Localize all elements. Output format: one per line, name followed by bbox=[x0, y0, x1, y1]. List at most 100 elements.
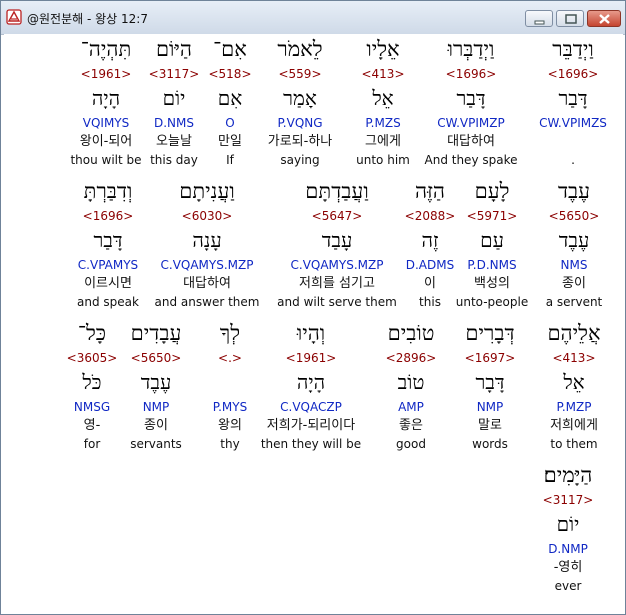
word-strong-number[interactable]: <3605> bbox=[62, 350, 122, 366]
word-morphology: P.MZP bbox=[556, 400, 592, 414]
word-morphology: D.NMS bbox=[153, 116, 194, 130]
word-strong-number[interactable]: <413> bbox=[532, 350, 616, 366]
word-hebrew[interactable]: וַעֲנִיתָם bbox=[152, 178, 262, 204]
word-cell[interactable]: עֲבָדִים <5650> עֶבֶד NMP 종이 servants bbox=[120, 320, 192, 458]
word-english-gloss: unto-people bbox=[455, 295, 529, 309]
word-hebrew[interactable]: וַיְדַבְּרוּ bbox=[423, 36, 519, 62]
word-strong-number[interactable]: <5650> bbox=[120, 350, 192, 366]
word-cell[interactable]: עֶבֶד <5650> עֶבֶד NMS 종이 a servent bbox=[532, 178, 616, 316]
word-lemma: יוֹם bbox=[556, 512, 580, 536]
word-cell[interactable]: דְּבָרִים <1697> דָּבָר NMP 말로 words bbox=[454, 320, 526, 458]
word-hebrew[interactable]: אֵלָיו bbox=[351, 36, 415, 62]
word-strong-number[interactable]: <3117> bbox=[528, 492, 608, 508]
title-bar[interactable]: @원전분해 - 왕상 12:7 bbox=[1, 1, 625, 35]
word-strong-number[interactable]: <2896> bbox=[377, 350, 445, 366]
interlinear-panel: וַיְדַבֵּר <1696> דָּבַר CW.VPIMZS. וַיְדַבְ… bbox=[4, 34, 623, 612]
word-cell[interactable]: לְךָ <.> P.MYS 왕의 thy bbox=[203, 320, 257, 458]
word-morphology: NMS bbox=[560, 258, 588, 272]
word-korean-gloss: 말로 bbox=[478, 418, 502, 433]
word-strong-number[interactable]: <1696> bbox=[529, 66, 617, 82]
word-strong-number[interactable]: <5650> bbox=[532, 208, 616, 224]
word-lemma: עֶבֶד bbox=[558, 228, 590, 252]
word-lemma: הָיָה bbox=[296, 370, 326, 394]
word-hebrew[interactable]: לְךָ bbox=[203, 320, 257, 346]
word-hebrew[interactable]: כָּל־ bbox=[62, 320, 122, 346]
word-strong-number[interactable]: <2088> bbox=[400, 208, 460, 224]
word-hebrew[interactable]: אִם־ bbox=[202, 36, 258, 62]
word-strong-number[interactable]: <559> bbox=[250, 66, 350, 82]
word-hebrew[interactable]: הַזֶּה bbox=[400, 178, 460, 204]
word-korean-gloss: 종이 bbox=[144, 418, 168, 433]
word-hebrew[interactable]: הַיּוֹם bbox=[145, 36, 203, 62]
word-korean-gloss: 영- bbox=[83, 418, 101, 433]
word-strong-number[interactable]: <.> bbox=[203, 350, 257, 366]
word-hebrew[interactable]: וַיְדַבֵּר bbox=[529, 36, 617, 62]
word-hebrew[interactable]: עֶבֶד bbox=[532, 178, 616, 204]
word-cell[interactable]: אֵלָיו <413> אֵל P.MZS 그에게 unto him bbox=[351, 36, 415, 174]
word-english-gloss: ever bbox=[554, 579, 582, 593]
word-english-gloss: servants bbox=[130, 437, 182, 451]
word-korean-gloss: 종이 bbox=[562, 276, 586, 291]
word-cell[interactable]: טוֹבִים <2896> טוֹב AMP 좋은 good bbox=[377, 320, 445, 458]
word-korean-gloss: 만일 bbox=[218, 134, 242, 149]
word-morphology: P.VQNG bbox=[277, 116, 323, 130]
word-cell[interactable]: לֵאמֹר <559> אָמַר P.VQNG 가로되-하나 saying bbox=[250, 36, 350, 174]
word-strong-number[interactable]: <1697> bbox=[454, 350, 526, 366]
minimize-button[interactable] bbox=[525, 10, 553, 27]
word-strong-number[interactable]: <1961> bbox=[68, 66, 144, 82]
word-morphology: O bbox=[225, 116, 235, 130]
word-english-gloss: saying bbox=[280, 153, 320, 167]
word-english-gloss: and wilt serve them bbox=[277, 295, 397, 309]
word-cell[interactable]: וְדִבַּרְתָּ <1696> דָּבַר C.VPAMYS 이르시면 and … bbox=[56, 178, 160, 316]
word-cell[interactable]: וַעֲנִיתָם <6030> עָנָה C.VQAMYS.MZP 대답하여 and… bbox=[152, 178, 262, 316]
word-hebrew[interactable]: אֲלֵיהֶם bbox=[532, 320, 616, 346]
word-hebrew[interactable]: הַיָּמִים׃ bbox=[528, 462, 608, 488]
word-korean-gloss: 이르시면 bbox=[84, 276, 132, 291]
word-morphology: CW.VPIMZP bbox=[437, 116, 505, 130]
word-cell[interactable]: וַעֲבַדְתָּם <5647> עָבַד C.VQAMYS.MZP 저희를 섬… bbox=[277, 178, 397, 316]
word-lemma: דָּבַר bbox=[93, 228, 123, 252]
word-cell[interactable]: אִם־ <518> אִם O 만일 If bbox=[202, 36, 258, 174]
word-cell[interactable]: לָעָם <5971> עַם P.D.NMS 백성의 unto-people bbox=[454, 178, 530, 316]
word-hebrew[interactable]: דְּבָרִים bbox=[454, 320, 526, 346]
word-korean-gloss: 백성의 bbox=[474, 276, 510, 291]
word-cell[interactable]: וְהָיוּ <1961> הָיָה C.VQACZP 저희가-되리이다 then t… bbox=[256, 320, 366, 458]
word-cell[interactable]: אֲלֵיהֶם <413> אֵל P.MZP 저희에게 to them bbox=[532, 320, 616, 458]
word-cell[interactable]: הַיָּמִים׃ <3117> יוֹם D.NMP -영히 ever bbox=[528, 462, 608, 600]
word-strong-number[interactable]: <5971> bbox=[454, 208, 530, 224]
word-hebrew[interactable]: וַעֲבַדְתָּם bbox=[277, 178, 397, 204]
word-hebrew[interactable]: וְהָיוּ bbox=[256, 320, 366, 346]
app-icon bbox=[6, 9, 22, 25]
word-cell[interactable]: הַזֶּה <2088> זֶה D.ADMS 이 this bbox=[400, 178, 460, 316]
word-english-gloss: for bbox=[83, 437, 101, 451]
word-strong-number[interactable]: <413> bbox=[351, 66, 415, 82]
word-strong-number[interactable]: <1696> bbox=[56, 208, 160, 224]
word-cell[interactable]: כָּל־ <3605> כֹּל NMSG 영-for bbox=[62, 320, 122, 458]
word-morphology: CW.VPIMZS bbox=[539, 116, 607, 130]
word-cell[interactable]: וַיְדַבְּרוּ <1696> דָּבַר CW.VPIMZP 대답하여 And… bbox=[423, 36, 519, 174]
word-hebrew[interactable]: עֲבָדִים bbox=[120, 320, 192, 346]
maximize-button[interactable] bbox=[556, 10, 584, 27]
word-cell[interactable]: הַיּוֹם <3117> יוֹם D.NMS 오늘날 this day bbox=[145, 36, 203, 174]
word-hebrew[interactable]: וְדִבַּרְתָּ bbox=[56, 178, 160, 204]
word-morphology: C.VQAMYS.MZP bbox=[160, 258, 254, 272]
word-cell[interactable]: וַיְדַבֵּר <1696> דָּבַר CW.VPIMZS. bbox=[529, 36, 617, 174]
word-strong-number[interactable]: <5647> bbox=[277, 208, 397, 224]
word-strong-number[interactable]: <1961> bbox=[256, 350, 366, 366]
word-morphology: NMP bbox=[476, 400, 504, 414]
word-cell[interactable]: תִּהְיֶה־ <1961> הָיָה VQIMYS 왕이-되어 thou wilt… bbox=[68, 36, 144, 174]
word-strong-number[interactable]: <518> bbox=[202, 66, 258, 82]
word-english-gloss: words bbox=[472, 437, 508, 451]
close-button[interactable] bbox=[587, 10, 621, 27]
word-english-gloss: and speak bbox=[77, 295, 139, 309]
word-hebrew[interactable]: תִּהְיֶה־ bbox=[68, 36, 144, 62]
word-hebrew[interactable]: טוֹבִים bbox=[377, 320, 445, 346]
word-strong-number[interactable]: <1696> bbox=[423, 66, 519, 82]
word-lemma: אֵל bbox=[563, 370, 585, 394]
word-english-gloss: to them bbox=[550, 437, 598, 451]
word-hebrew[interactable]: לָעָם bbox=[454, 178, 530, 204]
word-hebrew[interactable]: לֵאמֹר bbox=[250, 36, 350, 62]
word-korean-gloss: 대답하여 bbox=[447, 134, 495, 149]
word-strong-number[interactable]: <6030> bbox=[152, 208, 262, 224]
word-strong-number[interactable]: <3117> bbox=[145, 66, 203, 82]
